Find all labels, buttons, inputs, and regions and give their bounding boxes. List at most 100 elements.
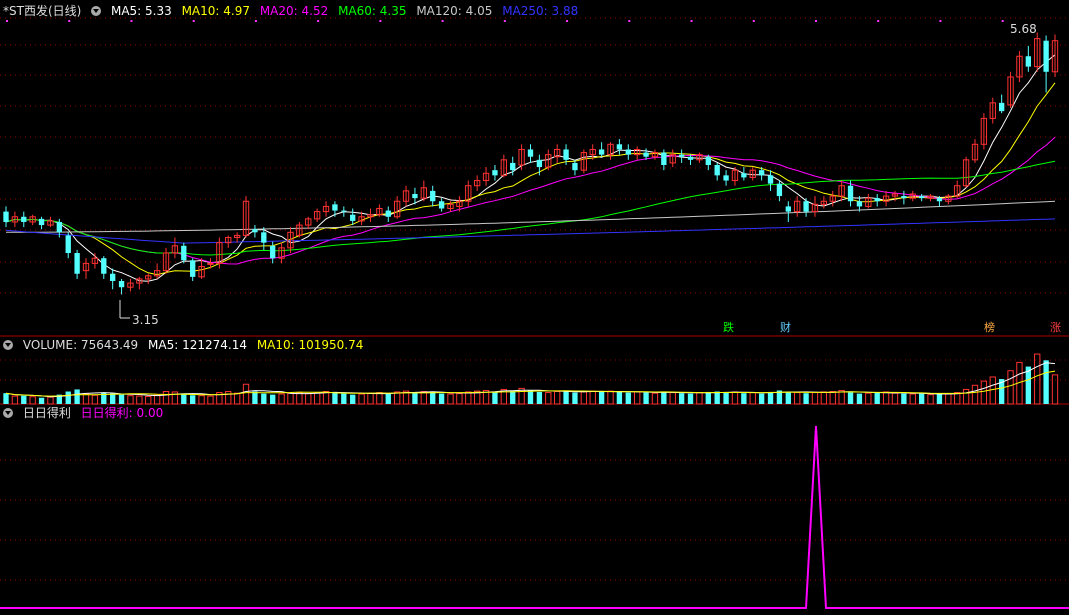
candle-down	[625, 149, 631, 155]
candle-down	[110, 273, 116, 281]
volume-bar-up	[305, 393, 312, 405]
volume-bar-up	[367, 392, 374, 405]
candle-down	[65, 235, 71, 254]
candle-down	[901, 196, 907, 199]
volume-bar-up	[545, 392, 552, 405]
volume-bar-up	[980, 380, 988, 405]
candle-down	[803, 201, 809, 212]
volume-bar-up	[580, 391, 588, 405]
volume-bar-down	[563, 390, 569, 404]
candle-down	[598, 149, 605, 155]
volume-bar-up	[882, 391, 890, 405]
volume-bar-up	[322, 391, 330, 405]
volume-bar-up	[278, 393, 285, 405]
volume-bar-up	[891, 392, 899, 405]
volume-bar-down	[936, 394, 943, 404]
candle-down	[643, 152, 649, 157]
signal-dot	[379, 20, 382, 22]
volume-bar-up	[989, 376, 996, 405]
volume-bar-down	[430, 391, 436, 404]
volume-bar-up	[829, 391, 836, 405]
candle-down	[998, 102, 1005, 112]
volume-bar-up	[811, 392, 819, 405]
volume-bar-down	[803, 393, 809, 404]
signal-dot	[192, 20, 195, 22]
volume-bar-down	[625, 392, 631, 404]
candle-down	[705, 156, 711, 165]
volume-bar-down	[21, 395, 27, 404]
candle-down	[430, 190, 436, 202]
candle-down	[74, 253, 80, 274]
candle-down	[741, 173, 747, 178]
candle-down	[758, 170, 765, 176]
volume-bar-up	[376, 392, 383, 405]
volume-bar-up	[794, 392, 801, 405]
candle-down	[1025, 56, 1031, 67]
volume-bar-down	[510, 391, 516, 404]
candle-down	[270, 245, 276, 259]
volume-bar-up	[589, 390, 596, 405]
indicator-line	[0, 425, 1069, 609]
volume-bar-up	[962, 388, 970, 405]
volume-bar-down	[65, 391, 71, 404]
volume-bar-down	[847, 392, 854, 404]
signal-dot	[503, 20, 506, 22]
candle-down	[572, 162, 578, 171]
candle-down	[723, 175, 729, 181]
volume-bar-down	[74, 389, 80, 404]
volume-bar-down	[687, 393, 694, 404]
volume-bar-up	[669, 392, 676, 405]
volume-bar-up	[207, 395, 214, 405]
signal-dot	[628, 20, 631, 22]
volume-bar-down	[341, 393, 347, 404]
candle-down	[767, 175, 774, 184]
candle-down	[527, 149, 534, 157]
ma120-line	[6, 200, 1056, 233]
volume-bar-up	[1007, 370, 1014, 405]
volume-bar-up	[954, 392, 961, 405]
candle-down	[252, 229, 258, 233]
volume-bar-up	[296, 392, 303, 405]
signal-dot	[877, 20, 880, 22]
volume-bar-up	[136, 395, 143, 405]
candle-down	[21, 216, 27, 222]
candle-down	[101, 258, 107, 274]
volume-bar-down	[118, 394, 125, 404]
candle-down	[687, 156, 694, 160]
candle-down	[678, 154, 685, 157]
signal-dot	[68, 20, 71, 22]
signal-dot	[814, 20, 817, 22]
volume-bar-down	[661, 391, 667, 404]
volume-bar-down	[190, 395, 196, 404]
volume-bar-down	[492, 391, 498, 404]
candle-down	[785, 206, 791, 212]
volume-bar-down	[741, 393, 747, 404]
volume-bar-down	[758, 393, 765, 404]
volume-bar-up	[971, 384, 979, 405]
volume-bar-up	[909, 393, 916, 405]
volume-bar-up	[465, 391, 472, 405]
volume-bar-up	[749, 392, 756, 405]
signal-dot	[566, 20, 569, 22]
volume-bar-down	[3, 393, 9, 404]
volume-bar-down	[723, 392, 729, 404]
volume-bar-up	[162, 391, 170, 405]
volume-bar-up	[393, 391, 401, 405]
volume-bar-up	[198, 395, 205, 405]
candle-down	[847, 185, 854, 202]
volume-bar-up	[11, 395, 19, 405]
volume-bar-up	[287, 392, 294, 405]
volume-bar-up	[731, 391, 739, 405]
candle-down	[56, 221, 63, 233]
candle-down	[341, 210, 347, 212]
volume-bar-down	[385, 393, 391, 404]
candle-down	[350, 214, 356, 221]
candle-down	[918, 196, 925, 199]
volume-bar-up	[313, 392, 321, 405]
volume-bar-up	[225, 391, 232, 405]
volume-bar-down	[536, 391, 543, 404]
volume-bar-up	[242, 383, 250, 405]
volume-bar-down	[901, 393, 907, 404]
stock-chart[interactable]	[0, 0, 1069, 615]
volume-bar-up	[927, 394, 934, 405]
